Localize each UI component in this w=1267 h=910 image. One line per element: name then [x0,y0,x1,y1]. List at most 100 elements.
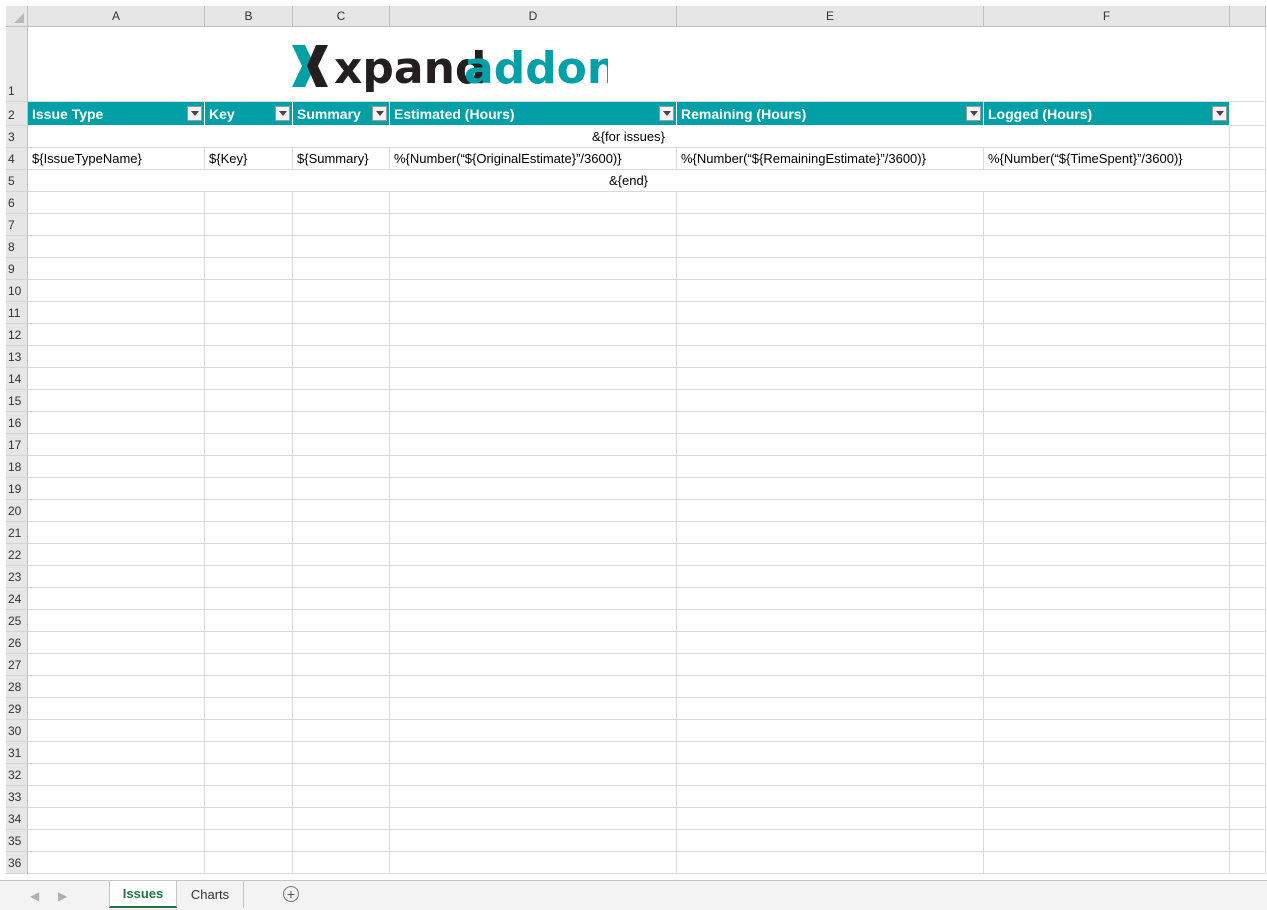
cell[interactable] [205,588,293,610]
row-header[interactable]: 5 [6,170,28,192]
cell[interactable] [984,324,1230,346]
cell[interactable] [28,324,205,346]
row-header[interactable]: 22 [6,544,28,566]
cell[interactable] [1230,852,1266,874]
cell[interactable] [1230,808,1266,830]
cell[interactable] [28,280,205,302]
cell[interactable] [390,434,677,456]
header-estimated-hours[interactable]: Estimated (Hours) [390,102,677,126]
cell[interactable] [28,390,205,412]
cell[interactable] [984,852,1230,874]
cell[interactable] [293,588,390,610]
cell[interactable] [677,368,984,390]
cell[interactable] [293,302,390,324]
issue-type-name-cell[interactable]: ${IssueTypeName} [28,148,205,170]
cell[interactable] [677,302,984,324]
cell[interactable] [205,830,293,852]
row-header[interactable]: 24 [6,588,28,610]
cell[interactable] [390,412,677,434]
cell[interactable] [1230,654,1266,676]
cell[interactable] [205,368,293,390]
cell[interactable] [390,302,677,324]
column-header-b[interactable]: B [205,6,293,27]
cell[interactable] [677,258,984,280]
select-all-corner[interactable] [6,6,28,27]
cell[interactable] [205,764,293,786]
cell[interactable] [390,632,677,654]
cell[interactable] [1230,126,1266,148]
filter-dropdown-icon[interactable] [372,106,387,121]
cell[interactable] [293,258,390,280]
cell[interactable] [205,808,293,830]
plus-circle-icon[interactable]: + [283,886,299,902]
cell[interactable] [293,742,390,764]
column-header-c[interactable]: C [293,6,390,27]
cell[interactable] [293,368,390,390]
cell[interactable] [677,654,984,676]
cell[interactable] [293,808,390,830]
cell[interactable] [677,346,984,368]
cell[interactable] [390,654,677,676]
cell[interactable] [390,346,677,368]
cell[interactable] [390,280,677,302]
cell[interactable] [677,236,984,258]
cell[interactable] [205,500,293,522]
cell[interactable] [293,346,390,368]
cell[interactable] [677,720,984,742]
cell[interactable] [1230,676,1266,698]
key-cell[interactable]: ${Key} [205,148,293,170]
cell[interactable] [205,522,293,544]
cell[interactable] [984,764,1230,786]
row-header[interactable]: 15 [6,390,28,412]
cell[interactable] [984,566,1230,588]
cell[interactable] [984,676,1230,698]
cell[interactable] [677,808,984,830]
cell[interactable] [390,720,677,742]
row-header[interactable]: 3 [6,126,28,148]
cell[interactable] [1230,742,1266,764]
cell[interactable] [1230,544,1266,566]
filter-dropdown-icon[interactable] [966,106,981,121]
cell[interactable] [984,368,1230,390]
filter-dropdown-icon[interactable] [275,106,290,121]
cell[interactable] [390,368,677,390]
cell[interactable] [984,588,1230,610]
header-logged-hours[interactable]: Logged (Hours) [984,102,1230,126]
cell[interactable] [1230,566,1266,588]
filter-dropdown-icon[interactable] [659,106,674,121]
cell[interactable] [677,786,984,808]
row-header[interactable]: 34 [6,808,28,830]
cell[interactable] [390,786,677,808]
cell[interactable] [390,610,677,632]
cell[interactable] [677,742,984,764]
cell[interactable] [1230,258,1266,280]
cell[interactable] [1230,170,1266,192]
tab-charts[interactable]: Charts [177,881,244,908]
header-remaining-hours[interactable]: Remaining (Hours) [677,102,984,126]
cell[interactable] [390,236,677,258]
row-header[interactable]: 2 [6,102,28,126]
cell[interactable] [28,500,205,522]
cell[interactable] [984,346,1230,368]
cell[interactable] [1230,27,1266,102]
cell[interactable] [1230,588,1266,610]
cell[interactable] [205,258,293,280]
cell[interactable] [1230,346,1266,368]
cell[interactable] [1230,368,1266,390]
cell[interactable] [984,456,1230,478]
filter-dropdown-icon[interactable] [1212,106,1227,121]
cell[interactable] [205,236,293,258]
cell[interactable] [28,258,205,280]
cell[interactable] [1230,720,1266,742]
cell[interactable] [293,610,390,632]
cell[interactable] [1230,214,1266,236]
cell[interactable] [677,588,984,610]
row-header[interactable]: 23 [6,566,28,588]
cell[interactable] [205,676,293,698]
cell[interactable] [293,654,390,676]
row-header[interactable]: 7 [6,214,28,236]
row-header[interactable]: 9 [6,258,28,280]
cell[interactable] [390,676,677,698]
cell[interactable] [28,786,205,808]
cell[interactable] [28,852,205,874]
